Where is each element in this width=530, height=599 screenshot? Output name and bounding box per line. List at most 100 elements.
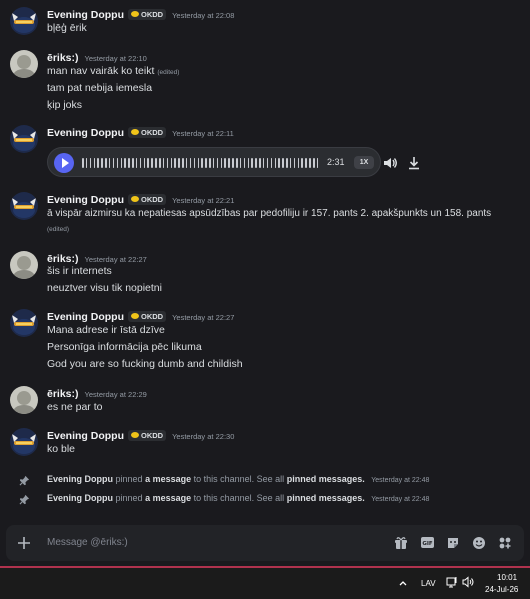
waveform-bar — [155, 158, 157, 168]
voice-message-player: 2:31 1X — [47, 147, 419, 177]
edited-label: (edited) — [157, 69, 180, 76]
message-link[interactable]: a message — [145, 493, 191, 503]
waveform-bar — [151, 158, 153, 168]
waveform-bar — [224, 158, 226, 168]
waveform-bar — [132, 158, 134, 168]
avatar[interactable] — [10, 428, 38, 456]
waveform-bar — [228, 158, 230, 168]
waveform-bar — [89, 158, 92, 168]
guild-tag[interactable]: OKDD — [128, 126, 167, 138]
plus-icon[interactable] — [16, 535, 32, 556]
timestamp: Yesterday at 22:48 — [371, 477, 430, 484]
message-text: šis ir internets — [47, 265, 112, 277]
timestamp: Yesterday at 22:30 — [172, 432, 235, 441]
waveform-bar — [108, 158, 111, 168]
waveform-bar — [243, 158, 246, 168]
author-name[interactable]: ēriks:) — [47, 388, 79, 400]
timestamp: Yesterday at 22:08 — [172, 11, 235, 20]
emoji-icon[interactable] — [472, 536, 486, 555]
apps-icon[interactable] — [498, 536, 512, 555]
pinned-messages-link[interactable]: pinned messages. — [287, 493, 365, 503]
waveform-bar — [97, 158, 99, 168]
author-name[interactable]: Evening Doppu — [47, 127, 124, 139]
waveform-bar — [124, 158, 126, 168]
waveform-bar — [239, 158, 242, 168]
timestamp: Yesterday at 22:48 — [371, 496, 430, 503]
audio-duration: 2:31 — [327, 157, 345, 167]
download-icon[interactable] — [406, 155, 422, 176]
waveform-bar — [270, 158, 273, 168]
timestamp: Yesterday at 22:11 — [172, 129, 234, 138]
avatar[interactable] — [10, 7, 38, 35]
waveform-bar — [159, 158, 161, 168]
timestamp: Yesterday at 22:29 — [84, 390, 147, 399]
message-text: Mana adrese ir īstā dzīve — [47, 324, 165, 336]
waveform-bar — [120, 158, 122, 168]
author-name[interactable]: Evening Doppu — [47, 311, 124, 323]
waveform-bar — [305, 158, 307, 168]
waveform-bar — [139, 158, 142, 168]
lemon-icon — [131, 11, 139, 17]
timestamp: Yesterday at 22:27 — [172, 313, 235, 322]
avatar[interactable] — [10, 309, 38, 337]
message-text: es ne par to — [47, 401, 103, 413]
message-text: ķip joks — [47, 99, 83, 111]
waveform-bar — [286, 158, 288, 168]
message-input[interactable]: Message @ēriks:) — [47, 537, 128, 548]
guild-tag[interactable]: OKDD — [128, 429, 167, 441]
author-name[interactable]: ēriks:) — [47, 52, 79, 64]
avatar[interactable] — [10, 125, 38, 153]
language-indicator[interactable]: LAV — [421, 579, 436, 588]
clock-date[interactable]: 24-Jul-26 — [485, 585, 518, 594]
chat-area: Evening Doppu OKDD Yesterday at 22:08 bļ… — [0, 0, 530, 568]
guild-tag[interactable]: OKDD — [128, 310, 167, 322]
author-name[interactable]: Evening Doppu — [47, 493, 113, 503]
waveform-bar — [309, 158, 311, 168]
volume-icon[interactable] — [462, 576, 474, 590]
waveform-bar — [182, 158, 184, 168]
author-name[interactable]: Evening Doppu — [47, 194, 124, 206]
waveform-bar — [262, 158, 265, 168]
avatar[interactable] — [10, 50, 38, 78]
network-icon[interactable] — [446, 576, 458, 591]
waveform-bar — [193, 158, 196, 168]
timestamp: Yesterday at 22:21 — [172, 196, 235, 205]
waveform-bar — [313, 158, 315, 168]
waveform-bar — [189, 158, 192, 168]
waveform-bar — [274, 158, 276, 168]
pinned-messages-link[interactable]: pinned messages. — [287, 474, 365, 484]
guild-tag[interactable]: OKDD — [128, 193, 167, 205]
waveform-bar — [236, 158, 238, 168]
message-text: ko ble — [47, 443, 76, 455]
waveform-bar — [259, 158, 261, 168]
waveform-bar — [301, 158, 303, 168]
waveform-bar — [105, 158, 107, 168]
message-text: ā vispār aizmirsu ka nepatiesas apsūdzīb… — [47, 208, 492, 219]
author-name[interactable]: Evening Doppu — [47, 9, 124, 21]
author-name[interactable]: Evening Doppu — [47, 474, 113, 484]
clock-time[interactable]: 10:01 — [497, 573, 517, 582]
avatar[interactable] — [10, 251, 38, 279]
playback-speed-button[interactable]: 1X — [354, 156, 374, 169]
waveform-bar — [143, 158, 146, 168]
sticker-icon[interactable] — [446, 536, 460, 555]
speaker-icon[interactable] — [382, 155, 398, 176]
play-button[interactable] — [54, 153, 74, 173]
chevron-up-icon[interactable] — [398, 578, 408, 590]
avatar[interactable] — [10, 386, 38, 414]
message-text: man nav vairāk ko teikt (edited) — [47, 65, 180, 77]
waveform-bar — [170, 158, 173, 168]
guild-tag[interactable]: OKDD — [128, 8, 167, 20]
waveform-bar — [266, 158, 269, 168]
avatar[interactable] — [10, 192, 38, 220]
author-name[interactable]: ēriks:) — [47, 253, 79, 265]
lemon-icon — [131, 129, 139, 135]
author-name[interactable]: Evening Doppu — [47, 430, 124, 442]
audio-waveform[interactable] — [82, 156, 320, 170]
gif-icon[interactable]: GIF — [420, 535, 435, 555]
waveform-bar — [116, 158, 119, 168]
gift-icon[interactable] — [394, 536, 408, 555]
waveform-bar — [185, 158, 188, 168]
waveform-bar — [128, 158, 130, 168]
message-link[interactable]: a message — [145, 474, 191, 484]
